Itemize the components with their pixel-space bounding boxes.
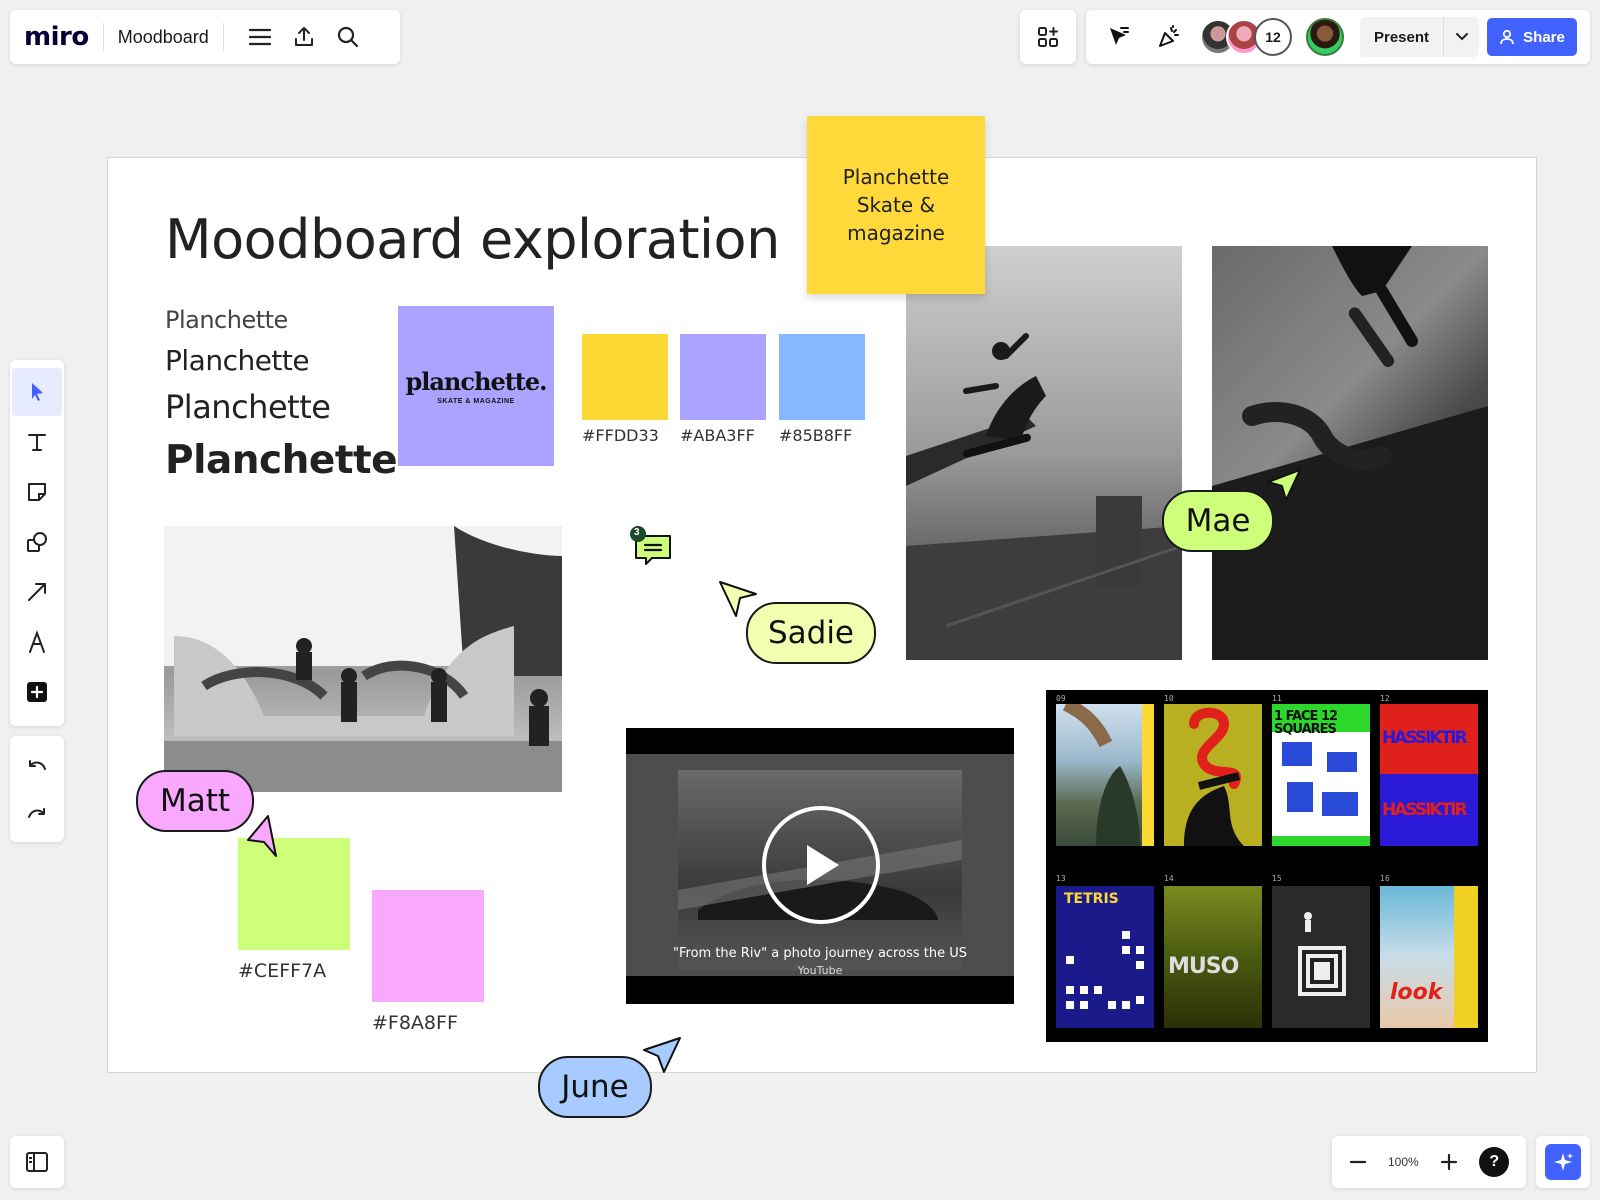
- collaboration-toolbar: 12 Present Share: [1086, 10, 1590, 64]
- swatch-label: #CEFF7A: [238, 960, 327, 982]
- color-swatch-yellow[interactable]: [582, 334, 668, 420]
- poster-title: HASSIKTIR: [1382, 800, 1468, 820]
- video-title: "From the Riv" a photo journey across th…: [673, 946, 967, 961]
- creation-toolbar: [10, 360, 64, 726]
- color-swatch-lavender[interactable]: [680, 334, 766, 420]
- swatch-label: #F8A8FF: [372, 1012, 458, 1034]
- poster-climber[interactable]: [1056, 704, 1154, 846]
- present-label[interactable]: Present: [1360, 29, 1443, 46]
- photo-skater-shadow[interactable]: [1212, 246, 1488, 660]
- redo-icon[interactable]: [12, 792, 62, 838]
- zoom-out-icon[interactable]: [1349, 1153, 1367, 1171]
- ai-assistant-panel: [1536, 1136, 1590, 1188]
- logo-card[interactable]: planchette. SKATE & MAGAZINE: [398, 306, 554, 466]
- cursor-pointer-icon: [247, 815, 277, 857]
- poster-hassiktir[interactable]: HASSIKTIR HASSIKTIR: [1380, 704, 1478, 846]
- cursor-label-matt: Matt: [136, 770, 254, 832]
- more-tools-icon[interactable]: [12, 668, 62, 716]
- poster-number: 09: [1056, 694, 1066, 703]
- swatch-label: #85B8FF: [779, 426, 853, 445]
- divider: [102, 23, 104, 51]
- swatch-label: #FFDD33: [582, 426, 659, 445]
- poster-look-fly[interactable]: look: [1380, 886, 1478, 1028]
- search-icon[interactable]: [326, 17, 370, 57]
- cursor-label-sadie: Sadie: [746, 602, 876, 664]
- photo-skatepark-ramp[interactable]: [164, 526, 562, 792]
- type-sample-light[interactable]: Planchette: [165, 306, 288, 334]
- board-title[interactable]: Moodboard exploration: [165, 208, 780, 271]
- cursor-label-mae: Mae: [1162, 490, 1274, 552]
- poster-number: 12: [1380, 694, 1390, 703]
- text-tool-icon[interactable]: [12, 418, 62, 466]
- comment-count: 3: [634, 527, 640, 538]
- cursor-pointer-icon: [1267, 469, 1301, 501]
- poster-number: 16: [1380, 874, 1390, 883]
- apps-icon[interactable]: [1020, 10, 1076, 64]
- type-sample-regular[interactable]: Planchette: [165, 344, 310, 377]
- poster-number: 13: [1056, 874, 1066, 883]
- sticky-note[interactable]: Planchette Skate & magazine: [807, 116, 985, 294]
- photo-skater-jump[interactable]: [906, 246, 1182, 660]
- color-swatch-pink[interactable]: [372, 890, 484, 1002]
- logo-wordmark: planchette.: [405, 367, 547, 396]
- user-icon: [1500, 29, 1515, 45]
- share-button[interactable]: Share: [1487, 18, 1578, 56]
- select-tool-icon[interactable]: [12, 368, 62, 416]
- video-embed[interactable]: "From the Riv" a photo journey across th…: [626, 728, 1014, 1004]
- export-icon[interactable]: [282, 17, 326, 57]
- poster-title: HASSIKTIR: [1382, 728, 1468, 748]
- poster-harry-houdini[interactable]: [1164, 704, 1262, 846]
- video-source: YouTube: [797, 964, 843, 977]
- pen-tool-icon[interactable]: [12, 618, 62, 666]
- play-icon[interactable]: [762, 806, 880, 924]
- poster-number: 10: [1164, 694, 1174, 703]
- zoom-controls: 100% ?: [1332, 1136, 1526, 1188]
- poster-1-face-12-squares[interactable]: 1 FACE 12 SQUARES: [1272, 704, 1370, 846]
- logo-subtitle: SKATE & MAGAZINE: [437, 398, 515, 405]
- frames-panel-icon[interactable]: [10, 1136, 64, 1188]
- type-sample-bold[interactable]: Planchette: [165, 438, 398, 483]
- bring-cursors-icon[interactable]: [1094, 15, 1144, 59]
- poster-number: 15: [1272, 874, 1282, 883]
- cursor-label-june: June: [538, 1056, 652, 1118]
- sticky-note-tool-icon[interactable]: [12, 468, 62, 516]
- miro-logo[interactable]: miro: [24, 22, 89, 52]
- undo-icon[interactable]: [12, 744, 62, 790]
- poster-collection[interactable]: 09 10 11 12 13 14 15 16 1 FACE 12 SQUARE…: [1046, 690, 1488, 1042]
- connection-line-tool-icon[interactable]: [12, 568, 62, 616]
- chevron-down-icon[interactable]: [1443, 17, 1479, 57]
- poster-title: MUSO: [1168, 954, 1239, 979]
- poster-tetris[interactable]: TETRIS: [1056, 886, 1154, 1028]
- zoom-level[interactable]: 100%: [1388, 1155, 1419, 1169]
- board-name[interactable]: Moodboard: [118, 27, 209, 48]
- share-label: Share: [1523, 28, 1565, 46]
- type-sample-medium[interactable]: Planchette: [165, 388, 331, 426]
- menu-icon[interactable]: [238, 17, 282, 57]
- poster-title: look: [1390, 980, 1443, 1005]
- color-swatch-blue[interactable]: [779, 334, 865, 420]
- history-toolbar: [10, 736, 64, 842]
- shapes-tool-icon[interactable]: [12, 518, 62, 566]
- poster-musica[interactable]: MUSO: [1164, 886, 1262, 1028]
- user-avatar[interactable]: [1306, 18, 1344, 56]
- collaborator-avatars[interactable]: 12: [1200, 18, 1292, 56]
- collaborator-count[interactable]: 12: [1254, 18, 1292, 56]
- comment-thread[interactable]: 3: [628, 524, 676, 577]
- poster-number: 11: [1272, 694, 1282, 703]
- poster-maze[interactable]: [1272, 886, 1370, 1028]
- present-button[interactable]: Present: [1360, 17, 1480, 57]
- sparkle-icon[interactable]: [1545, 1144, 1581, 1180]
- board-header: miro Moodboard: [10, 10, 400, 64]
- poster-number: 14: [1164, 874, 1174, 883]
- celebrate-icon[interactable]: [1144, 15, 1194, 59]
- help-button[interactable]: ?: [1479, 1147, 1510, 1177]
- divider: [222, 23, 224, 51]
- swatch-label: #ABA3FF: [680, 426, 755, 445]
- zoom-in-icon[interactable]: [1440, 1153, 1458, 1171]
